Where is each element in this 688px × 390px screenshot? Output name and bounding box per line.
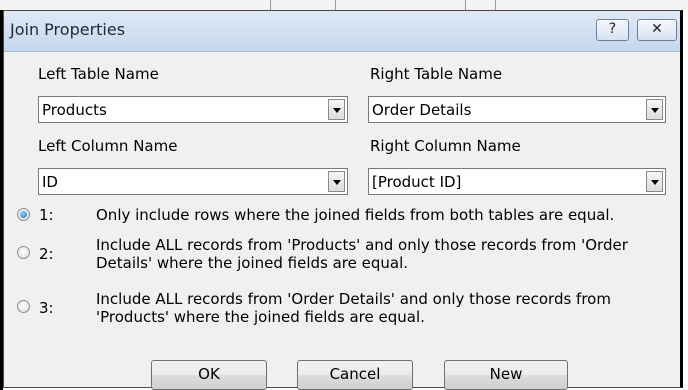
- background-window-strip: [0, 0, 688, 10]
- chevron-down-icon[interactable]: [328, 171, 345, 192]
- left-table-value: Products: [42, 101, 107, 119]
- option-number: 2:: [39, 245, 54, 263]
- option-number: 1:: [39, 206, 54, 224]
- option-text: Include ALL records from 'Order Details'…: [96, 290, 611, 326]
- right-column-label: Right Column Name: [370, 137, 521, 155]
- option-number: 3:: [39, 299, 54, 317]
- left-table-label: Left Table Name: [38, 65, 159, 83]
- right-column-select[interactable]: [Product ID]: [368, 168, 666, 195]
- right-column-value: [Product ID]: [372, 173, 462, 191]
- option-text: Only include rows where the joined field…: [96, 206, 615, 224]
- title-bar[interactable]: Join Properties ? ✕: [4, 11, 680, 52]
- join-option-1[interactable]: 1: Only include rows where the joined fi…: [17, 206, 677, 226]
- chevron-down-icon[interactable]: [328, 99, 345, 120]
- join-option-3[interactable]: 3: Include ALL records from 'Order Detai…: [17, 290, 677, 328]
- background-divider: [465, 0, 466, 10]
- background-divider: [335, 0, 336, 10]
- dialog-body: Left Table Name Right Table Name Product…: [4, 52, 680, 390]
- right-table-label: Right Table Name: [370, 65, 503, 83]
- right-table-select[interactable]: Order Details: [368, 96, 666, 123]
- right-table-value: Order Details: [372, 101, 472, 119]
- background-divider: [270, 0, 271, 10]
- new-button[interactable]: New: [444, 360, 568, 390]
- chevron-down-icon[interactable]: [646, 171, 663, 192]
- left-column-label: Left Column Name: [38, 137, 178, 155]
- left-column-select[interactable]: ID: [38, 168, 348, 195]
- join-properties-dialog: Join Properties ? ✕ Left Table Name Righ…: [3, 10, 683, 390]
- close-icon: ✕: [651, 21, 663, 37]
- chevron-down-icon[interactable]: [646, 99, 663, 120]
- left-table-select[interactable]: Products: [38, 96, 348, 123]
- join-option-2[interactable]: 2: Include ALL records from 'Products' a…: [17, 236, 677, 274]
- radio-button-option-3[interactable]: [17, 300, 30, 313]
- help-button[interactable]: ?: [596, 19, 629, 41]
- radio-button-option-1[interactable]: [17, 208, 30, 221]
- close-button[interactable]: ✕: [637, 19, 677, 41]
- dialog-title: Join Properties: [10, 20, 126, 39]
- ok-button[interactable]: OK: [151, 360, 267, 390]
- option-text: Include ALL records from 'Products' and …: [96, 236, 628, 272]
- cancel-button[interactable]: Cancel: [297, 360, 413, 390]
- left-column-value: ID: [42, 173, 58, 191]
- help-icon: ?: [608, 21, 617, 37]
- background-divider: [495, 0, 496, 10]
- radio-button-option-2[interactable]: [17, 246, 30, 259]
